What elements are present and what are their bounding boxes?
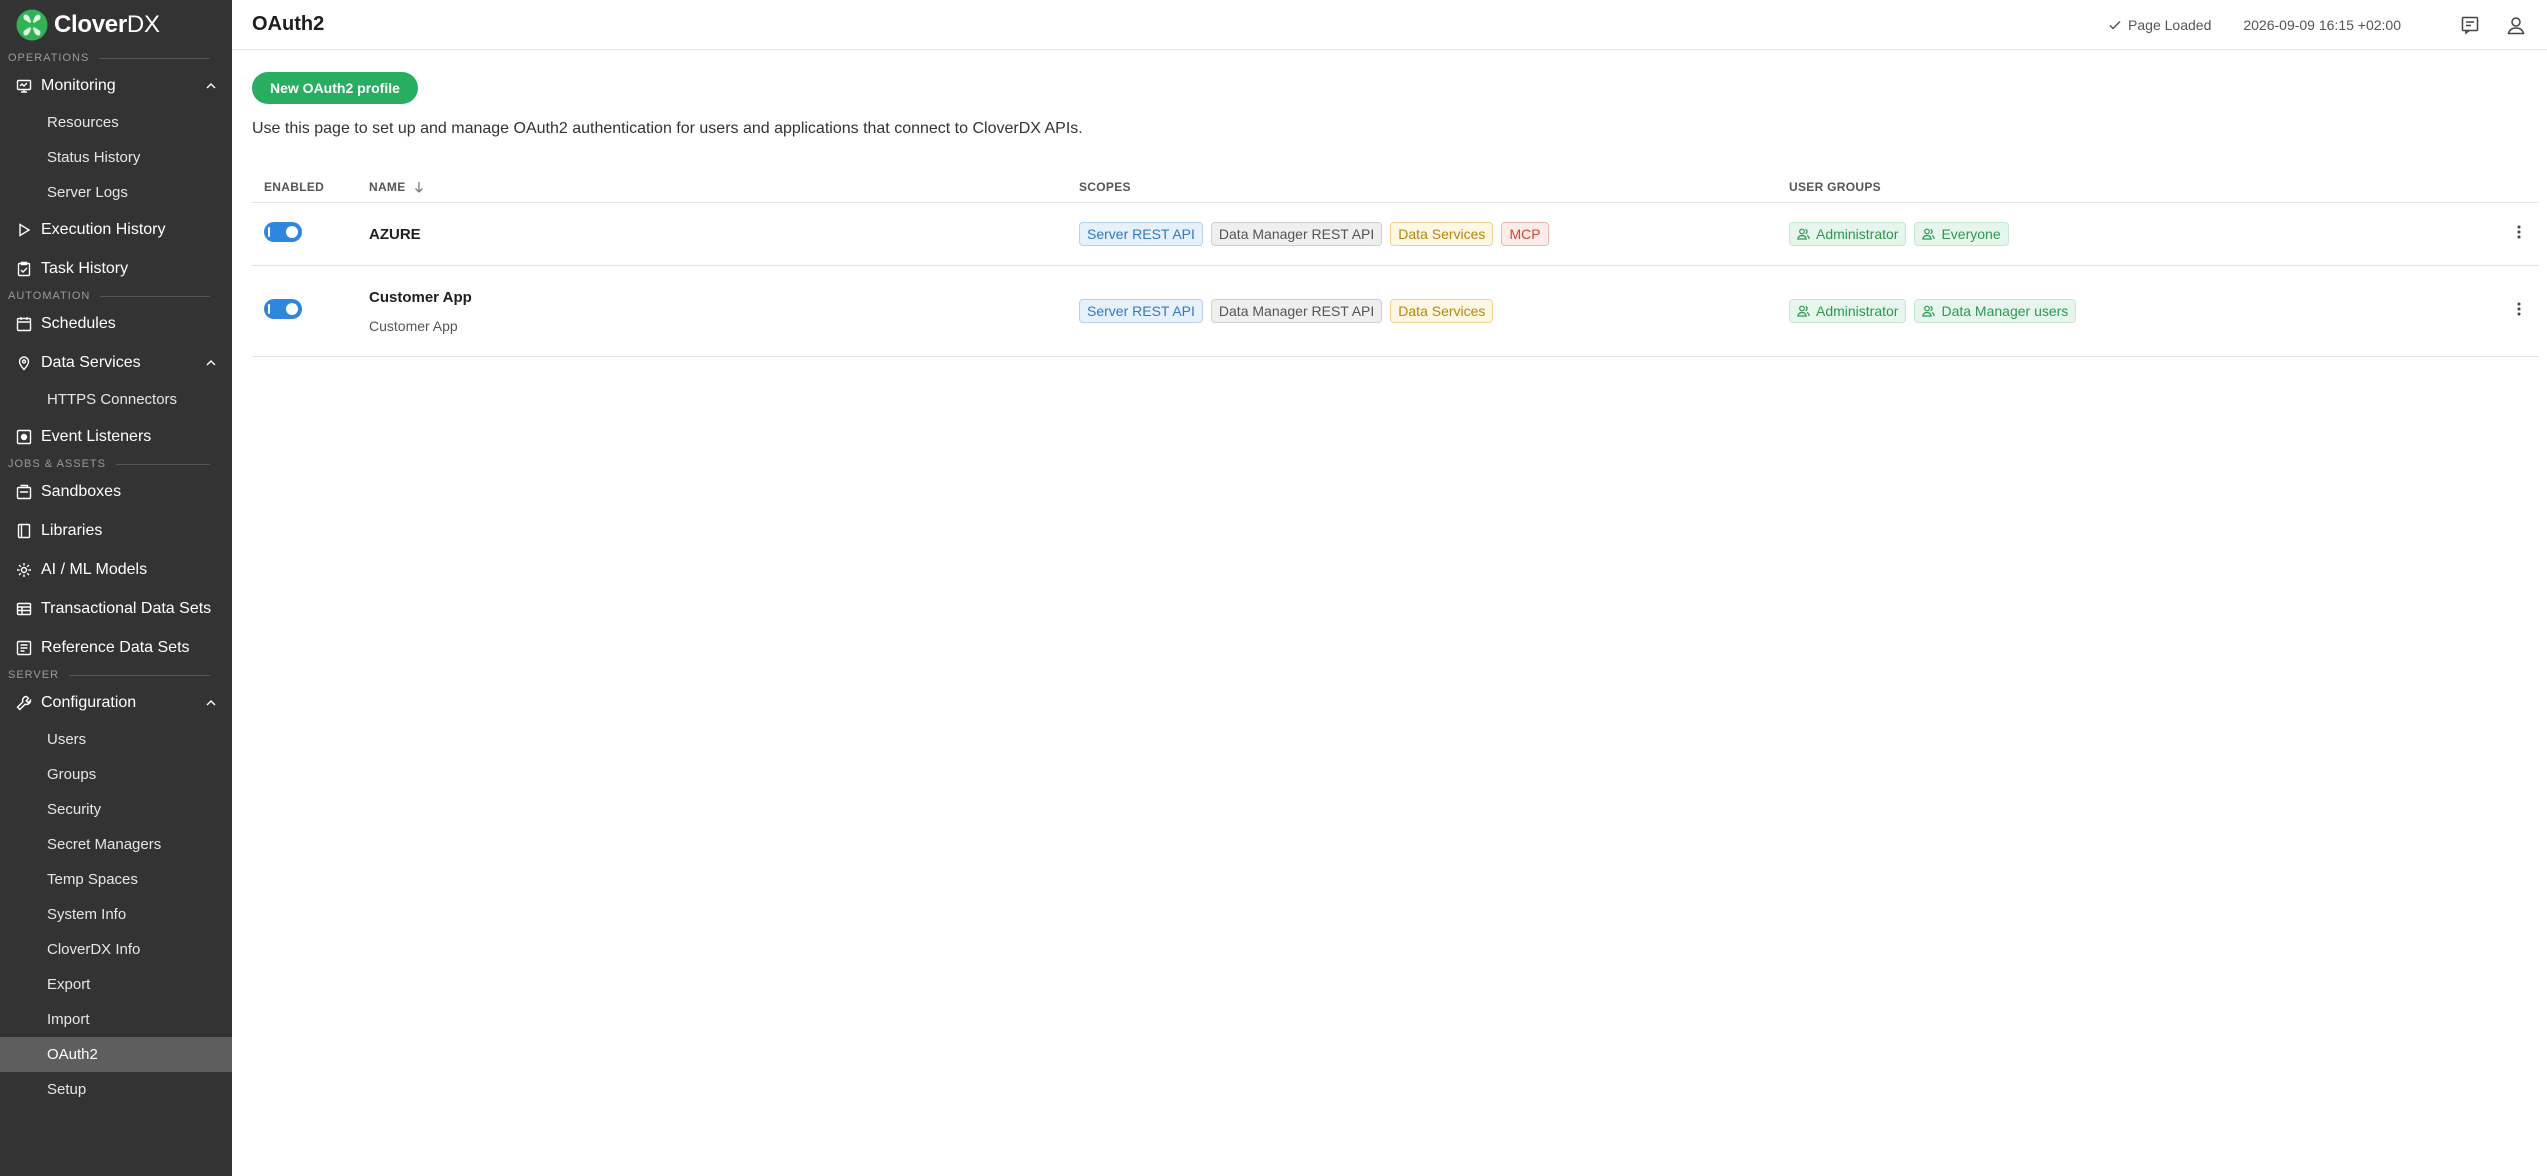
user-group-chip: Administrator: [1789, 222, 1907, 246]
nav-event-listeners[interactable]: Event Listeners: [0, 417, 232, 456]
table-row[interactable]: Customer App Customer App Server REST AP…: [252, 265, 2539, 357]
nav-export[interactable]: Export: [0, 967, 232, 1002]
notes-icon[interactable]: [2459, 14, 2481, 36]
user-group-list: Administrator Data Manager users: [1789, 299, 2499, 323]
nav-oauth2[interactable]: OAuth2: [0, 1037, 232, 1072]
table-row[interactable]: AZURE Server REST API Data Manager REST …: [252, 202, 2539, 266]
section-automation: AUTOMATION: [0, 288, 232, 304]
profile-name: Customer App: [369, 288, 472, 306]
section-jobs-assets: JOBS & ASSETS: [0, 456, 232, 472]
nav-data-services[interactable]: Data Services: [0, 343, 232, 382]
scope-chip: MCP: [1501, 222, 1549, 246]
row-menu-icon[interactable]: [2517, 302, 2521, 316]
nav-execution-history[interactable]: Execution History: [0, 210, 232, 249]
monitor-icon: [16, 78, 32, 94]
column-name[interactable]: NAME: [369, 172, 1079, 203]
clipboard-icon: [16, 261, 32, 277]
profile-name: AZURE: [369, 225, 421, 243]
book-icon: [16, 523, 32, 539]
chevron-up-icon: [204, 696, 218, 710]
nav-reference-data-sets[interactable]: Reference Data Sets: [0, 628, 232, 667]
user-group-list: Administrator Everyone: [1789, 222, 2499, 246]
users-icon: [1922, 305, 1936, 317]
chevron-up-icon: [204, 79, 218, 93]
top-bar: OAuth2 Page Loaded 2026-09-09 16:15 +02:…: [232, 0, 2547, 50]
nav-secret-managers[interactable]: Secret Managers: [0, 827, 232, 862]
logo[interactable]: CloverDX: [0, 0, 232, 50]
nav-groups[interactable]: Groups: [0, 757, 232, 792]
nav-security[interactable]: Security: [0, 792, 232, 827]
nav-server-logs[interactable]: Server Logs: [0, 175, 232, 210]
nav-status-history[interactable]: Status History: [0, 140, 232, 175]
row-menu-icon[interactable]: [2517, 225, 2521, 239]
nav-schedules[interactable]: Schedules: [0, 304, 232, 343]
users-icon: [1922, 228, 1936, 240]
server-datetime: 2026-09-09 16:15 +02:00: [2243, 16, 2401, 33]
column-enabled: ENABLED: [252, 172, 369, 203]
nav-users[interactable]: Users: [0, 722, 232, 757]
nav-configuration[interactable]: Configuration: [0, 683, 232, 722]
nav-system-info[interactable]: System Info: [0, 897, 232, 932]
new-oauth2-profile-button[interactable]: New OAuth2 profile: [252, 72, 418, 104]
user-group-chip: Data Manager users: [1914, 299, 2077, 323]
profile-subtitle: Customer App: [369, 317, 458, 334]
nav-temp-spaces[interactable]: Temp Spaces: [0, 862, 232, 897]
gear-icon: [16, 562, 32, 578]
enabled-toggle[interactable]: [264, 221, 302, 242]
sidebar: CloverDX OPERATIONS Monitoring Resources…: [0, 0, 232, 1176]
scope-chip: Data Manager REST API: [1210, 222, 1383, 246]
oauth2-profiles-table: ENABLED NAME SCOPES USER GROUPS AZURE Se…: [252, 172, 2539, 357]
enabled-toggle[interactable]: [264, 298, 302, 319]
reference-table-icon: [16, 640, 32, 656]
user-icon[interactable]: [2505, 14, 2527, 36]
section-operations: OPERATIONS: [0, 50, 232, 66]
sort-arrow-down-icon: [414, 182, 423, 193]
chevron-up-icon: [204, 356, 218, 370]
brand-name: CloverDX: [54, 11, 160, 38]
content: New OAuth2 profile Use this page to set …: [232, 50, 2547, 357]
column-actions: [2499, 172, 2539, 203]
table-header-row: ENABLED NAME SCOPES USER GROUPS: [252, 172, 2539, 203]
nav-monitoring[interactable]: Monitoring: [0, 66, 232, 105]
nav-libraries[interactable]: Libraries: [0, 511, 232, 550]
scope-chip: Data Services: [1390, 222, 1494, 246]
user-group-chip: Everyone: [1914, 222, 2009, 246]
page-title: OAuth2: [252, 13, 325, 35]
sandbox-icon: [16, 484, 32, 500]
event-icon: [16, 429, 32, 445]
users-icon: [1797, 228, 1810, 240]
scope-list: Server REST API Data Manager REST API Da…: [1079, 222, 1789, 246]
users-icon: [1797, 305, 1810, 317]
scope-list: Server REST API Data Manager REST API Da…: [1079, 299, 1789, 323]
nav-https-connectors[interactable]: HTTPS Connectors: [0, 382, 232, 417]
section-server: SERVER: [0, 667, 232, 683]
scope-chip: Data Services: [1390, 299, 1494, 323]
nav-task-history[interactable]: Task History: [0, 249, 232, 288]
scope-chip: Server REST API: [1079, 222, 1203, 246]
page-status: Page Loaded: [2108, 17, 2211, 33]
play-icon: [16, 222, 32, 238]
nav-import[interactable]: Import: [0, 1002, 232, 1037]
nav-sandboxes[interactable]: Sandboxes: [0, 472, 232, 511]
nav-transactional-data-sets[interactable]: Transactional Data Sets: [0, 589, 232, 628]
nav-setup[interactable]: Setup: [0, 1072, 232, 1107]
nav-ai-ml-models[interactable]: AI / ML Models: [0, 550, 232, 589]
nav-cloverdx-info[interactable]: CloverDX Info: [0, 932, 232, 967]
wrench-icon: [16, 695, 32, 711]
location-pin-icon: [16, 355, 32, 371]
clover-logo-icon: [16, 9, 48, 41]
scope-chip: Server REST API: [1079, 299, 1203, 323]
table-icon: [16, 601, 32, 617]
scope-chip: Data Manager REST API: [1210, 299, 1383, 323]
column-user-groups: USER GROUPS: [1789, 172, 2499, 203]
main-area: OAuth2 Page Loaded 2026-09-09 16:15 +02:…: [232, 0, 2547, 1176]
column-scopes: SCOPES: [1079, 172, 1789, 203]
calendar-icon: [16, 316, 32, 332]
nav-resources[interactable]: Resources: [0, 105, 232, 140]
check-icon: [2109, 20, 2121, 30]
page-description: Use this page to set up and manage OAuth…: [252, 120, 1083, 137]
user-group-chip: Administrator: [1789, 299, 1907, 323]
